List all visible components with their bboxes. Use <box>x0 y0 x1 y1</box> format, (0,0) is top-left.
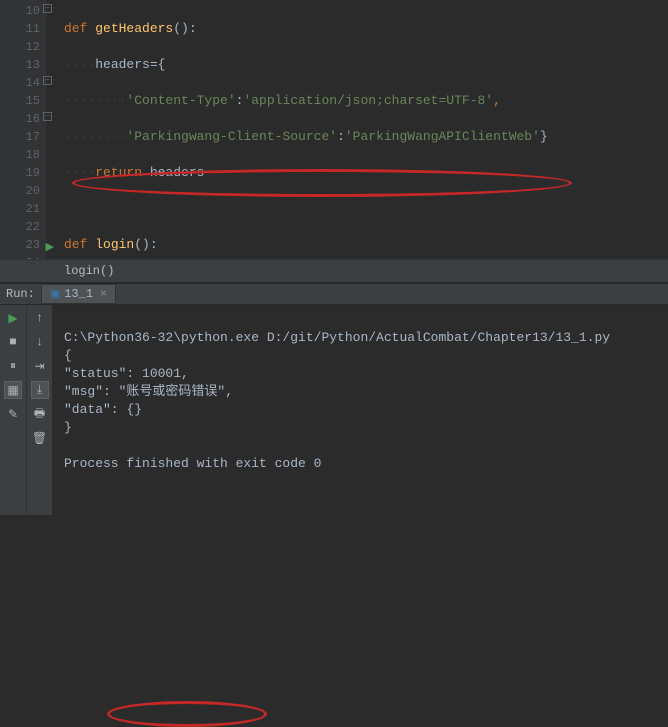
console-output[interactable]: C:\Python36-32\python.exe D:/git/Python/… <box>52 305 668 515</box>
pin-button[interactable]: ✎ <box>4 405 22 423</box>
stop-button[interactable]: ■ <box>4 333 22 351</box>
print-button[interactable]: 🖶 <box>31 405 49 423</box>
run-tab[interactable]: ▣ 13_1 × <box>41 284 116 304</box>
red-ellipse-annotation <box>107 701 267 727</box>
run-console: ▶ ■ ⏸ ▦ ✎ ↑ ↓ ⇥ ⤓ 🖶 🗑 C:\Python36-32\pyt… <box>0 305 668 515</box>
rerun-button[interactable]: ▶ <box>4 309 22 327</box>
console-toolbar-left: ▶ ■ ⏸ ▦ ✎ <box>0 305 26 515</box>
wrap-button[interactable]: ⇥ <box>31 357 49 375</box>
clear-button[interactable]: 🗑 <box>31 429 49 447</box>
up-button[interactable]: ↑ <box>31 309 49 327</box>
scroll-to-end-button[interactable]: ⤓ <box>31 381 49 399</box>
run-tab-label: 13_1 <box>64 287 93 301</box>
layout-button[interactable]: ▦ <box>4 381 22 399</box>
run-tool-header: Run: ▣ 13_1 × <box>0 283 668 305</box>
run-label: Run: <box>0 287 41 301</box>
python-icon: ▣ <box>50 287 60 301</box>
code-content[interactable]: def getHeaders(): ····headers={ ········… <box>46 0 668 259</box>
code-editor[interactable]: 10− 11 12 13 14⌐ 15 16− 17 18 19 20 21 2… <box>0 0 668 259</box>
console-toolbar-secondary: ↑ ↓ ⇥ ⤓ 🖶 🗑 <box>26 305 52 515</box>
pause-button[interactable]: ⏸ <box>4 357 22 375</box>
breadcrumb-bar[interactable]: login() <box>0 259 668 283</box>
down-button[interactable]: ↓ <box>31 333 49 351</box>
line-number-gutter: 10− 11 12 13 14⌐ 15 16− 17 18 19 20 21 2… <box>0 0 46 259</box>
close-tab-icon[interactable]: × <box>100 287 107 301</box>
breadcrumb-item[interactable]: login() <box>64 264 114 278</box>
